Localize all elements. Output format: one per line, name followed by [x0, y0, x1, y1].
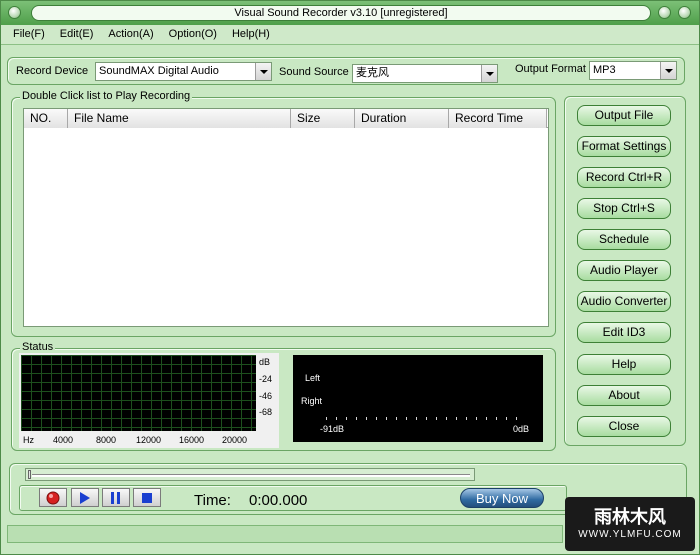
- watermark-url: WWW.YLMFU.COM: [578, 529, 682, 540]
- record-button[interactable]: Record Ctrl+R: [577, 167, 671, 188]
- seek-bar[interactable]: [25, 468, 475, 481]
- meter-right-label: Right: [301, 396, 323, 406]
- db-label: -68: [259, 407, 273, 417]
- column-size[interactable]: Size: [291, 109, 355, 128]
- freq-label: 4000: [53, 435, 74, 445]
- output-file-button[interactable]: Output File: [577, 105, 671, 126]
- hz-label: Hz: [23, 435, 34, 445]
- pause-button[interactable]: [102, 488, 130, 507]
- stop-icon: [142, 492, 152, 503]
- audio-player-button[interactable]: Audio Player: [577, 260, 671, 281]
- menu-bar: File(F) Edit(E) Action(A) Option(O) Help(H): [1, 25, 699, 45]
- format-settings-button[interactable]: Format Settings: [577, 136, 671, 157]
- menu-edit[interactable]: Edit(E): [50, 25, 99, 40]
- menu-option[interactable]: Option(O): [159, 25, 222, 40]
- output-format-label: Output Format: [515, 63, 586, 75]
- watermark-title: 雨林木风: [594, 507, 666, 527]
- stop-transport-button[interactable]: [133, 488, 161, 507]
- status-legend: Status: [20, 341, 56, 353]
- play-button[interactable]: [71, 488, 99, 507]
- watermark-logo: 雨林木风 WWW.YLMFU.COM: [565, 497, 695, 551]
- record-transport-button[interactable]: [39, 488, 67, 507]
- seek-thumb[interactable]: [28, 470, 31, 479]
- system-menu-icon[interactable]: [8, 6, 21, 19]
- menu-file[interactable]: File(F): [1, 25, 50, 40]
- record-icon: [46, 491, 60, 504]
- level-meter: Left Right -91dB 0dB: [293, 355, 543, 442]
- freq-label: 8000: [96, 435, 117, 445]
- spectrum-grid: [21, 355, 256, 431]
- freq-label: 16000: [179, 435, 205, 445]
- help-button[interactable]: Help: [577, 354, 671, 375]
- sound-source-value: 麦克风: [356, 67, 389, 79]
- freq-label: 12000: [136, 435, 162, 445]
- close-button[interactable]: Close: [577, 416, 671, 437]
- window-title: Visual Sound Recorder v3.10 [unregistere…: [31, 5, 651, 21]
- play-icon: [80, 491, 90, 504]
- status-bar: [7, 525, 563, 543]
- meter-left-label: Left: [305, 373, 321, 383]
- meter-scale: [326, 417, 517, 420]
- audio-converter-button[interactable]: Audio Converter: [577, 291, 671, 312]
- menu-action[interactable]: Action(A): [98, 25, 158, 40]
- recordings-legend: Double Click list to Play Recording: [20, 90, 193, 102]
- record-device-value: SoundMAX Digital Audio: [99, 65, 219, 77]
- sound-source-select[interactable]: 麦克风: [352, 64, 498, 83]
- sound-source-label: Sound Source: [279, 66, 349, 78]
- spectrum-analyzer: dB -24 -46 -68 Hz 4000 8000 12000 16000 …: [19, 353, 279, 448]
- record-device-label: Record Device: [16, 65, 89, 77]
- column-duration[interactable]: Duration: [355, 109, 449, 128]
- chevron-down-icon[interactable]: [481, 65, 497, 82]
- output-format-select[interactable]: MP3: [589, 61, 677, 80]
- settings-panel: Record Device SoundMAX Digital Audio Sou…: [7, 57, 685, 85]
- column-file-name[interactable]: File Name: [68, 109, 291, 128]
- db-label: -46: [259, 391, 273, 401]
- about-button[interactable]: About: [577, 385, 671, 406]
- recordings-list[interactable]: NO. File Name Size Duration Record Time: [23, 108, 549, 327]
- time-label: Time:: [194, 492, 231, 509]
- minimize-button[interactable]: [658, 6, 671, 19]
- schedule-button[interactable]: Schedule: [577, 229, 671, 250]
- time-value: 0:00.000: [249, 492, 308, 509]
- title-bar[interactable]: Visual Sound Recorder v3.10 [unregistere…: [1, 1, 699, 25]
- buy-now-button[interactable]: Buy Now: [460, 488, 544, 508]
- edit-id3-button[interactable]: Edit ID3: [577, 322, 671, 343]
- record-device-select[interactable]: SoundMAX Digital Audio: [95, 62, 272, 81]
- chevron-down-icon[interactable]: [660, 62, 676, 79]
- menu-help[interactable]: Help(H): [222, 25, 275, 40]
- meter-min-label: -91dB: [320, 424, 345, 434]
- db-label: -24: [259, 374, 273, 384]
- pause-icon: [111, 491, 120, 504]
- chevron-down-icon[interactable]: [255, 63, 271, 80]
- output-format-value: MP3: [593, 64, 616, 76]
- db-label: dB: [259, 357, 271, 367]
- app-window: Visual Sound Recorder v3.10 [unregistere…: [0, 0, 700, 555]
- stop-button[interactable]: Stop Ctrl+S: [577, 198, 671, 219]
- close-window-button[interactable]: [678, 6, 691, 19]
- meter-max-label: 0dB: [513, 424, 530, 434]
- column-record-time[interactable]: Record Time: [449, 109, 547, 128]
- column-no[interactable]: NO.: [24, 109, 68, 128]
- freq-label: 20000: [222, 435, 248, 445]
- list-header: NO. File Name Size Duration Record Time: [24, 109, 548, 128]
